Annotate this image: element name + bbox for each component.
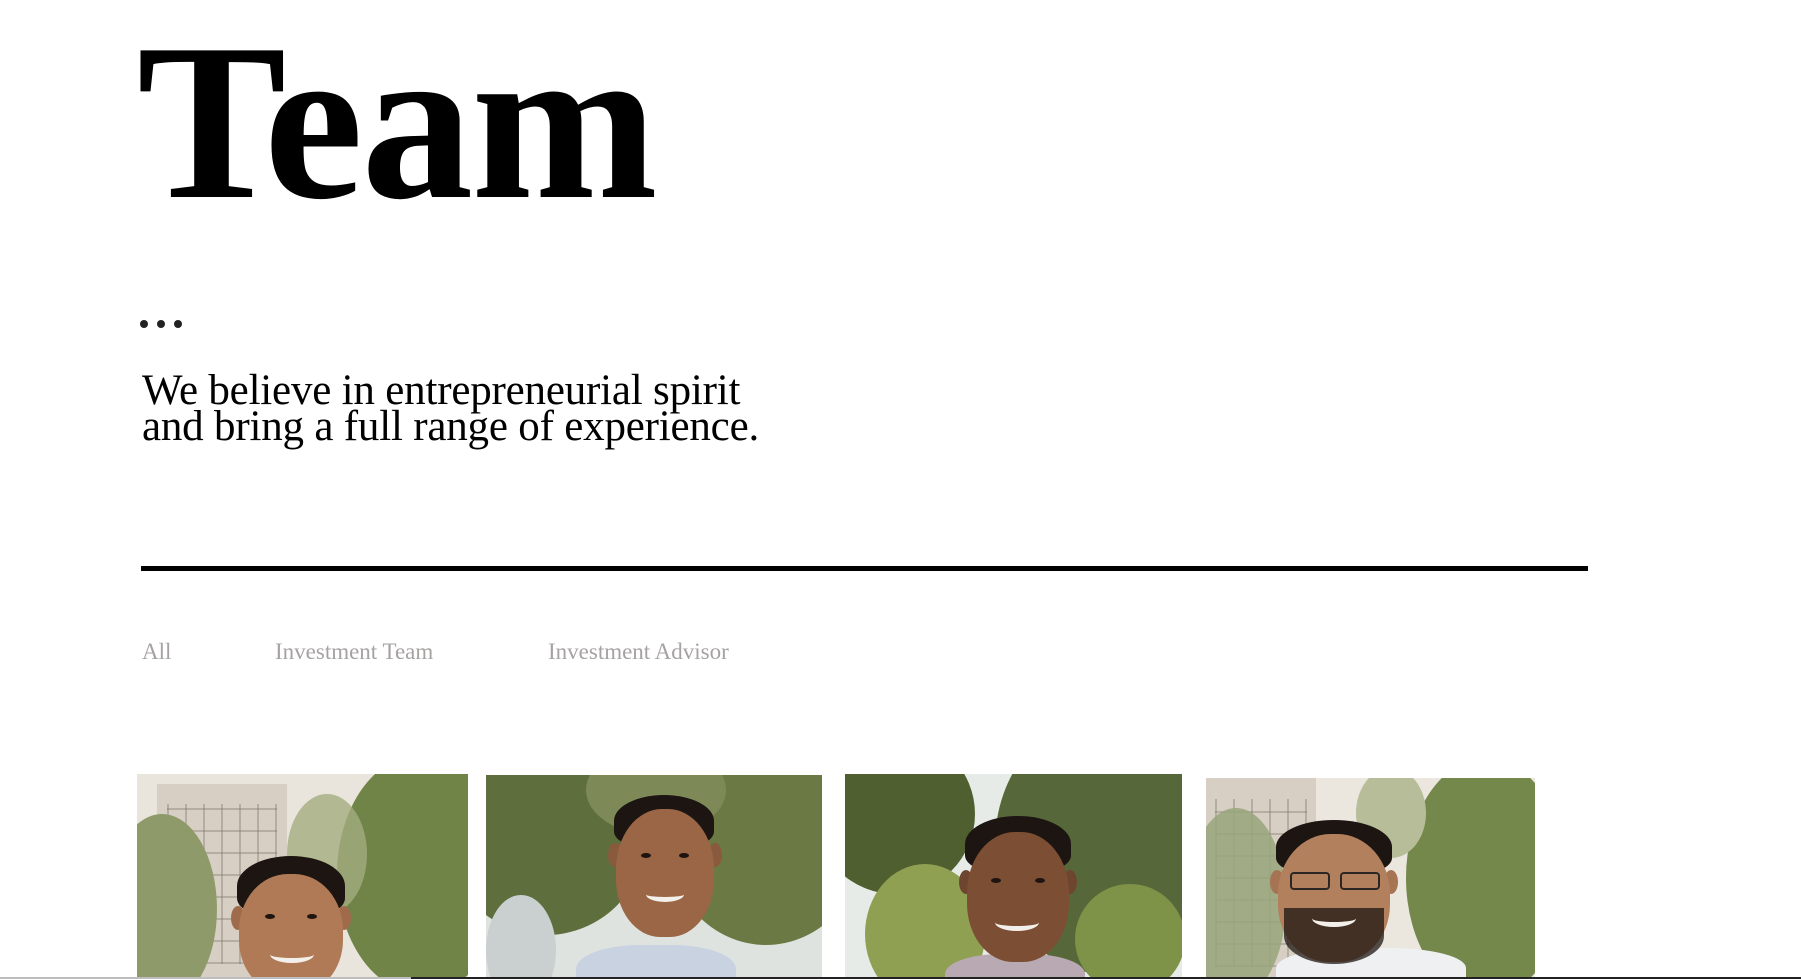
dot-icon: [157, 320, 165, 328]
tagline: We believe in entrepreneurial spirit and …: [142, 369, 759, 448]
team-filter-nav: All Investment Team Investment Advisor: [0, 639, 1801, 669]
dot-icon: [140, 320, 148, 328]
tagline-line-2: and bring a full range of experience.: [142, 403, 760, 450]
section-divider: [141, 566, 1588, 571]
team-member-photo-1[interactable]: [137, 774, 468, 979]
team-member-photo-2[interactable]: [486, 775, 822, 979]
foliage: [1075, 884, 1182, 979]
filter-investment-team[interactable]: Investment Team: [275, 639, 433, 665]
team-member-photo-3[interactable]: [845, 774, 1182, 979]
dot-icon: [174, 320, 182, 328]
page-title: Team: [137, 0, 658, 246]
filter-investment-advisor[interactable]: Investment Advisor: [548, 639, 729, 665]
glasses-icon: [1290, 872, 1330, 890]
ellipsis-decoration: [140, 320, 182, 328]
filter-all[interactable]: All: [142, 639, 171, 665]
team-member-photo-4[interactable]: [1206, 778, 1535, 979]
